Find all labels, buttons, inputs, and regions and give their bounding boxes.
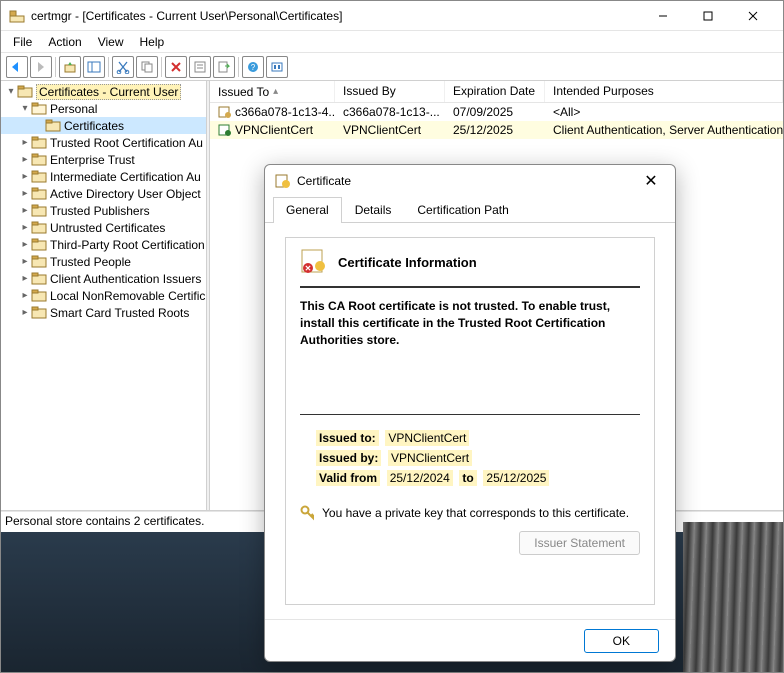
list-header: Issued To ▴ Issued By Expiration Date In… <box>210 81 783 103</box>
up-button[interactable] <box>59 56 81 78</box>
cert-store-icon <box>17 85 33 99</box>
delete-button[interactable] <box>165 56 187 78</box>
tree-root[interactable]: ▾ Certificates - Current User <box>1 83 206 100</box>
col-purposes[interactable]: Intended Purposes <box>545 81 783 102</box>
tab-general[interactable]: General <box>273 197 342 223</box>
forward-button[interactable] <box>30 56 52 78</box>
cert-dialog-icon <box>275 173 291 189</box>
svg-text:✕: ✕ <box>305 264 312 273</box>
tab-details[interactable]: Details <box>342 197 405 222</box>
help-button[interactable]: ? <box>242 56 264 78</box>
issued-by-field: Issued by: VPNClientCert <box>316 451 640 465</box>
tree-view[interactable]: ▾ Certificates - Current User ▾ Personal… <box>1 81 206 510</box>
dialog-tabs: General Details Certification Path <box>265 197 675 223</box>
col-issued-to[interactable]: Issued To ▴ <box>210 81 335 102</box>
cert-info-heading: Certificate Information <box>338 255 477 270</box>
close-button[interactable] <box>730 2 775 30</box>
dialog-title: Certificate <box>297 174 637 188</box>
app-icon <box>9 8 25 24</box>
tree-folder[interactable]: ▸Active Directory User Object <box>1 185 206 202</box>
folder-open-icon <box>31 102 47 116</box>
menu-view[interactable]: View <box>90 33 132 51</box>
private-key-info: You have a private key that corresponds … <box>300 505 640 521</box>
maximize-button[interactable] <box>685 2 730 30</box>
list-row[interactable]: VPNClientCert VPNClientCert 25/12/2025 C… <box>210 121 783 139</box>
tab-certification-path[interactable]: Certification Path <box>404 197 521 222</box>
cert-info-icon: ✕ <box>300 248 330 276</box>
show-hide-tree-button[interactable] <box>83 56 105 78</box>
tree-folder[interactable]: ▸Client Authentication Issuers <box>1 270 206 287</box>
not-trusted-message: This CA Root certificate is not trusted.… <box>300 298 640 348</box>
menu-bar: File Action View Help <box>1 31 783 53</box>
window-titlebar: certmgr - [Certificates - Current User\P… <box>1 1 783 31</box>
dialog-body: ✕ Certificate Information This CA Root c… <box>285 237 655 605</box>
ok-button[interactable]: OK <box>584 629 659 653</box>
tree-folder[interactable]: ▸Trusted People <box>1 253 206 270</box>
tree-folder[interactable]: ▸Enterprise Trust <box>1 151 206 168</box>
tree-folder[interactable]: ▸Trusted Publishers <box>1 202 206 219</box>
minimize-button[interactable] <box>640 2 685 30</box>
tree-folder[interactable]: ▸Local NonRemovable Certific <box>1 287 206 304</box>
issued-to-field: Issued to: VPNClientCert <box>316 431 640 445</box>
cut-button[interactable] <box>112 56 134 78</box>
tree-folder[interactable]: ▸Intermediate Certification Au <box>1 168 206 185</box>
dialog-close-button[interactable]: ✕ <box>637 171 665 191</box>
col-expiration[interactable]: Expiration Date <box>445 81 545 102</box>
menu-action[interactable]: Action <box>40 33 89 51</box>
cert-key-icon <box>218 123 232 137</box>
dialog-footer: OK <box>265 619 675 661</box>
menu-help[interactable]: Help <box>132 33 173 51</box>
key-icon <box>300 505 316 521</box>
svg-text:?: ? <box>251 63 256 72</box>
folder-icon <box>45 119 61 133</box>
back-button[interactable] <box>6 56 28 78</box>
export-button[interactable] <box>213 56 235 78</box>
col-issued-by[interactable]: Issued By <box>335 81 445 102</box>
cert-icon <box>218 105 232 119</box>
tree-personal[interactable]: ▾ Personal <box>1 100 206 117</box>
dialog-titlebar: Certificate ✕ <box>265 165 675 197</box>
menu-file[interactable]: File <box>5 33 40 51</box>
toolbar: ? <box>1 53 783 81</box>
tree-folder[interactable]: ▸Smart Card Trusted Roots <box>1 304 206 321</box>
tree-folder[interactable]: ▸Untrusted Certificates <box>1 219 206 236</box>
list-row[interactable]: c366a078-1c13-4... c366a078-1c13-... 07/… <box>210 103 783 121</box>
tree-folder[interactable]: ▸Third-Party Root Certification <box>1 236 206 253</box>
valid-from-field: Valid from 25/12/2024 to 25/12/2025 <box>316 471 640 485</box>
window-title: certmgr - [Certificates - Current User\P… <box>31 9 640 23</box>
tree-folder[interactable]: ▸Trusted Root Certification Au <box>1 134 206 151</box>
refresh-button[interactable] <box>266 56 288 78</box>
certificate-dialog: Certificate ✕ General Details Certificat… <box>264 164 676 662</box>
copy-button[interactable] <box>136 56 158 78</box>
properties-button[interactable] <box>189 56 211 78</box>
tree-certificates[interactable]: Certificates <box>1 117 206 134</box>
issuer-statement-button: Issuer Statement <box>519 531 640 555</box>
